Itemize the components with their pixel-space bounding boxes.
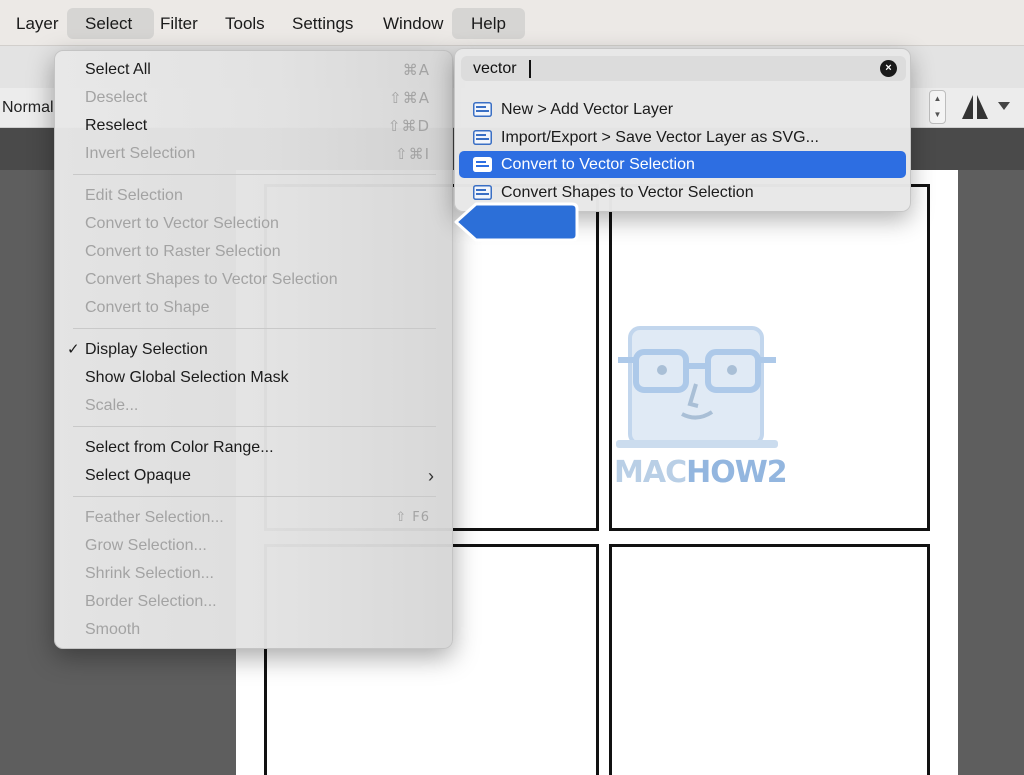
menu-filter[interactable]: Filter <box>160 8 220 39</box>
menu-item-select-from-color-range[interactable]: Select from Color Range... <box>55 434 452 462</box>
blend-mode-dropdown[interactable]: Normal <box>0 88 58 128</box>
menu-item-label: Reselect <box>85 117 148 134</box>
menu-settings[interactable]: Settings <box>292 8 372 39</box>
help-result-label: Convert to Vector Selection <box>501 156 695 173</box>
menu-item-smooth: Smooth <box>85 621 141 638</box>
menu-separator <box>73 426 436 427</box>
comic-panel-bottom-right[interactable] <box>609 544 930 775</box>
menu-separator <box>73 496 436 497</box>
menu-item-convert-to-raster-selection: Convert to Raster Selection <box>85 243 281 260</box>
clear-search-icon[interactable]: × <box>880 60 897 77</box>
menu-item-invert-selection: Invert Selection ⇧⌘I <box>55 140 452 168</box>
menu-item-scale: Scale... <box>85 397 139 414</box>
menu-item-icon <box>473 130 492 145</box>
menu-item-feather-selection: Feather Selection... ⇧ F6 <box>55 504 452 532</box>
help-result-add-vector-layer[interactable]: New > Add Vector Layer <box>459 96 906 123</box>
help-result-label: Import/Export > Save Vector Layer as SVG… <box>501 129 819 146</box>
menu-item-convert-shapes-to-vector-selection: Convert Shapes to Vector Selection <box>85 271 338 288</box>
watermark-text-b: HOW2 <box>686 455 788 490</box>
menu-item-reselect[interactable]: Reselect ⇧⌘D <box>55 112 452 140</box>
checkmark-icon: ✓ <box>67 341 80 358</box>
help-result-label: New > Add Vector Layer <box>501 101 674 118</box>
menu-item-deselect: Deselect ⇧⌘A <box>55 84 452 112</box>
menu-item-show-global-selection-mask[interactable]: Show Global Selection Mask <box>55 364 452 392</box>
help-result-convert-to-vector-selection[interactable]: Convert to Vector Selection <box>459 151 906 178</box>
select-menu-dropdown: Select All ⌘A Deselect ⇧⌘A Reselect ⇧⌘D … <box>54 50 453 649</box>
menu-item-convert-to-vector-selection: Convert to Vector Selection <box>85 215 279 232</box>
watermark-text-a: MAC <box>614 455 687 490</box>
stepper-up-icon[interactable]: ▲ <box>930 91 945 107</box>
menu-item-select-all[interactable]: Select All ⌘A <box>55 56 452 84</box>
menu-item-grow-selection: Grow Selection... <box>85 537 207 554</box>
menu-item-convert-to-shape: Convert to Shape <box>85 299 210 316</box>
menu-item-label: Feather Selection... <box>85 509 224 526</box>
help-search-popover: × New > Add Vector Layer Import/Export >… <box>454 48 911 212</box>
shortcut-label: ⌘A <box>402 61 430 79</box>
arrow-callout-icon <box>454 202 579 242</box>
menu-separator <box>73 174 436 175</box>
menu-item-label: Select All <box>85 61 151 78</box>
menu-item-shrink-selection: Shrink Selection... <box>85 565 214 582</box>
menu-item-icon <box>473 157 492 172</box>
menu-item-display-selection[interactable]: ✓ Display Selection <box>55 336 452 364</box>
menu-item-label: Display Selection <box>85 341 208 358</box>
menu-item-icon <box>473 185 492 200</box>
menu-item-select-opaque[interactable]: Select Opaque › <box>55 462 452 490</box>
shortcut-label: ⇧⌘I <box>395 145 430 163</box>
menu-item-icon <box>473 102 492 117</box>
menu-item-border-selection: Border Selection... <box>85 593 217 610</box>
menu-item-label: Invert Selection <box>85 145 196 162</box>
watermark-text: MACHOW2 <box>614 455 788 495</box>
shortcut-label: ⇧⌘D <box>387 117 430 135</box>
menu-item-label: Select Opaque <box>85 467 191 484</box>
text-cursor <box>529 60 531 78</box>
menu-select[interactable]: Select <box>67 8 154 39</box>
menu-layer[interactable]: Layer <box>6 8 70 39</box>
shortcut-label: ⇧⌘A <box>389 89 430 107</box>
shortcut-label: ⇧ F6 <box>395 510 430 525</box>
chevron-right-icon: › <box>428 466 434 486</box>
menu-tools[interactable]: Tools <box>225 8 285 39</box>
menu-window[interactable]: Window <box>383 8 453 39</box>
help-search-field[interactable]: × <box>461 56 906 81</box>
menu-bar: Layer Select Filter Tools Settings Windo… <box>0 0 1024 46</box>
menu-help[interactable]: Help <box>452 8 525 39</box>
help-result-save-vector-layer-svg[interactable]: Import/Export > Save Vector Layer as SVG… <box>459 124 906 151</box>
help-result-label: Convert Shapes to Vector Selection <box>501 184 754 201</box>
value-stepper[interactable]: ▲ ▼ <box>929 90 946 124</box>
stepper-down-icon[interactable]: ▼ <box>930 107 945 123</box>
menu-separator <box>73 328 436 329</box>
menu-item-label: Deselect <box>85 89 148 106</box>
mirror-symmetry-icon[interactable] <box>960 92 990 122</box>
menu-item-edit-selection: Edit Selection <box>85 187 183 204</box>
triangle-down-icon[interactable] <box>998 101 1010 111</box>
